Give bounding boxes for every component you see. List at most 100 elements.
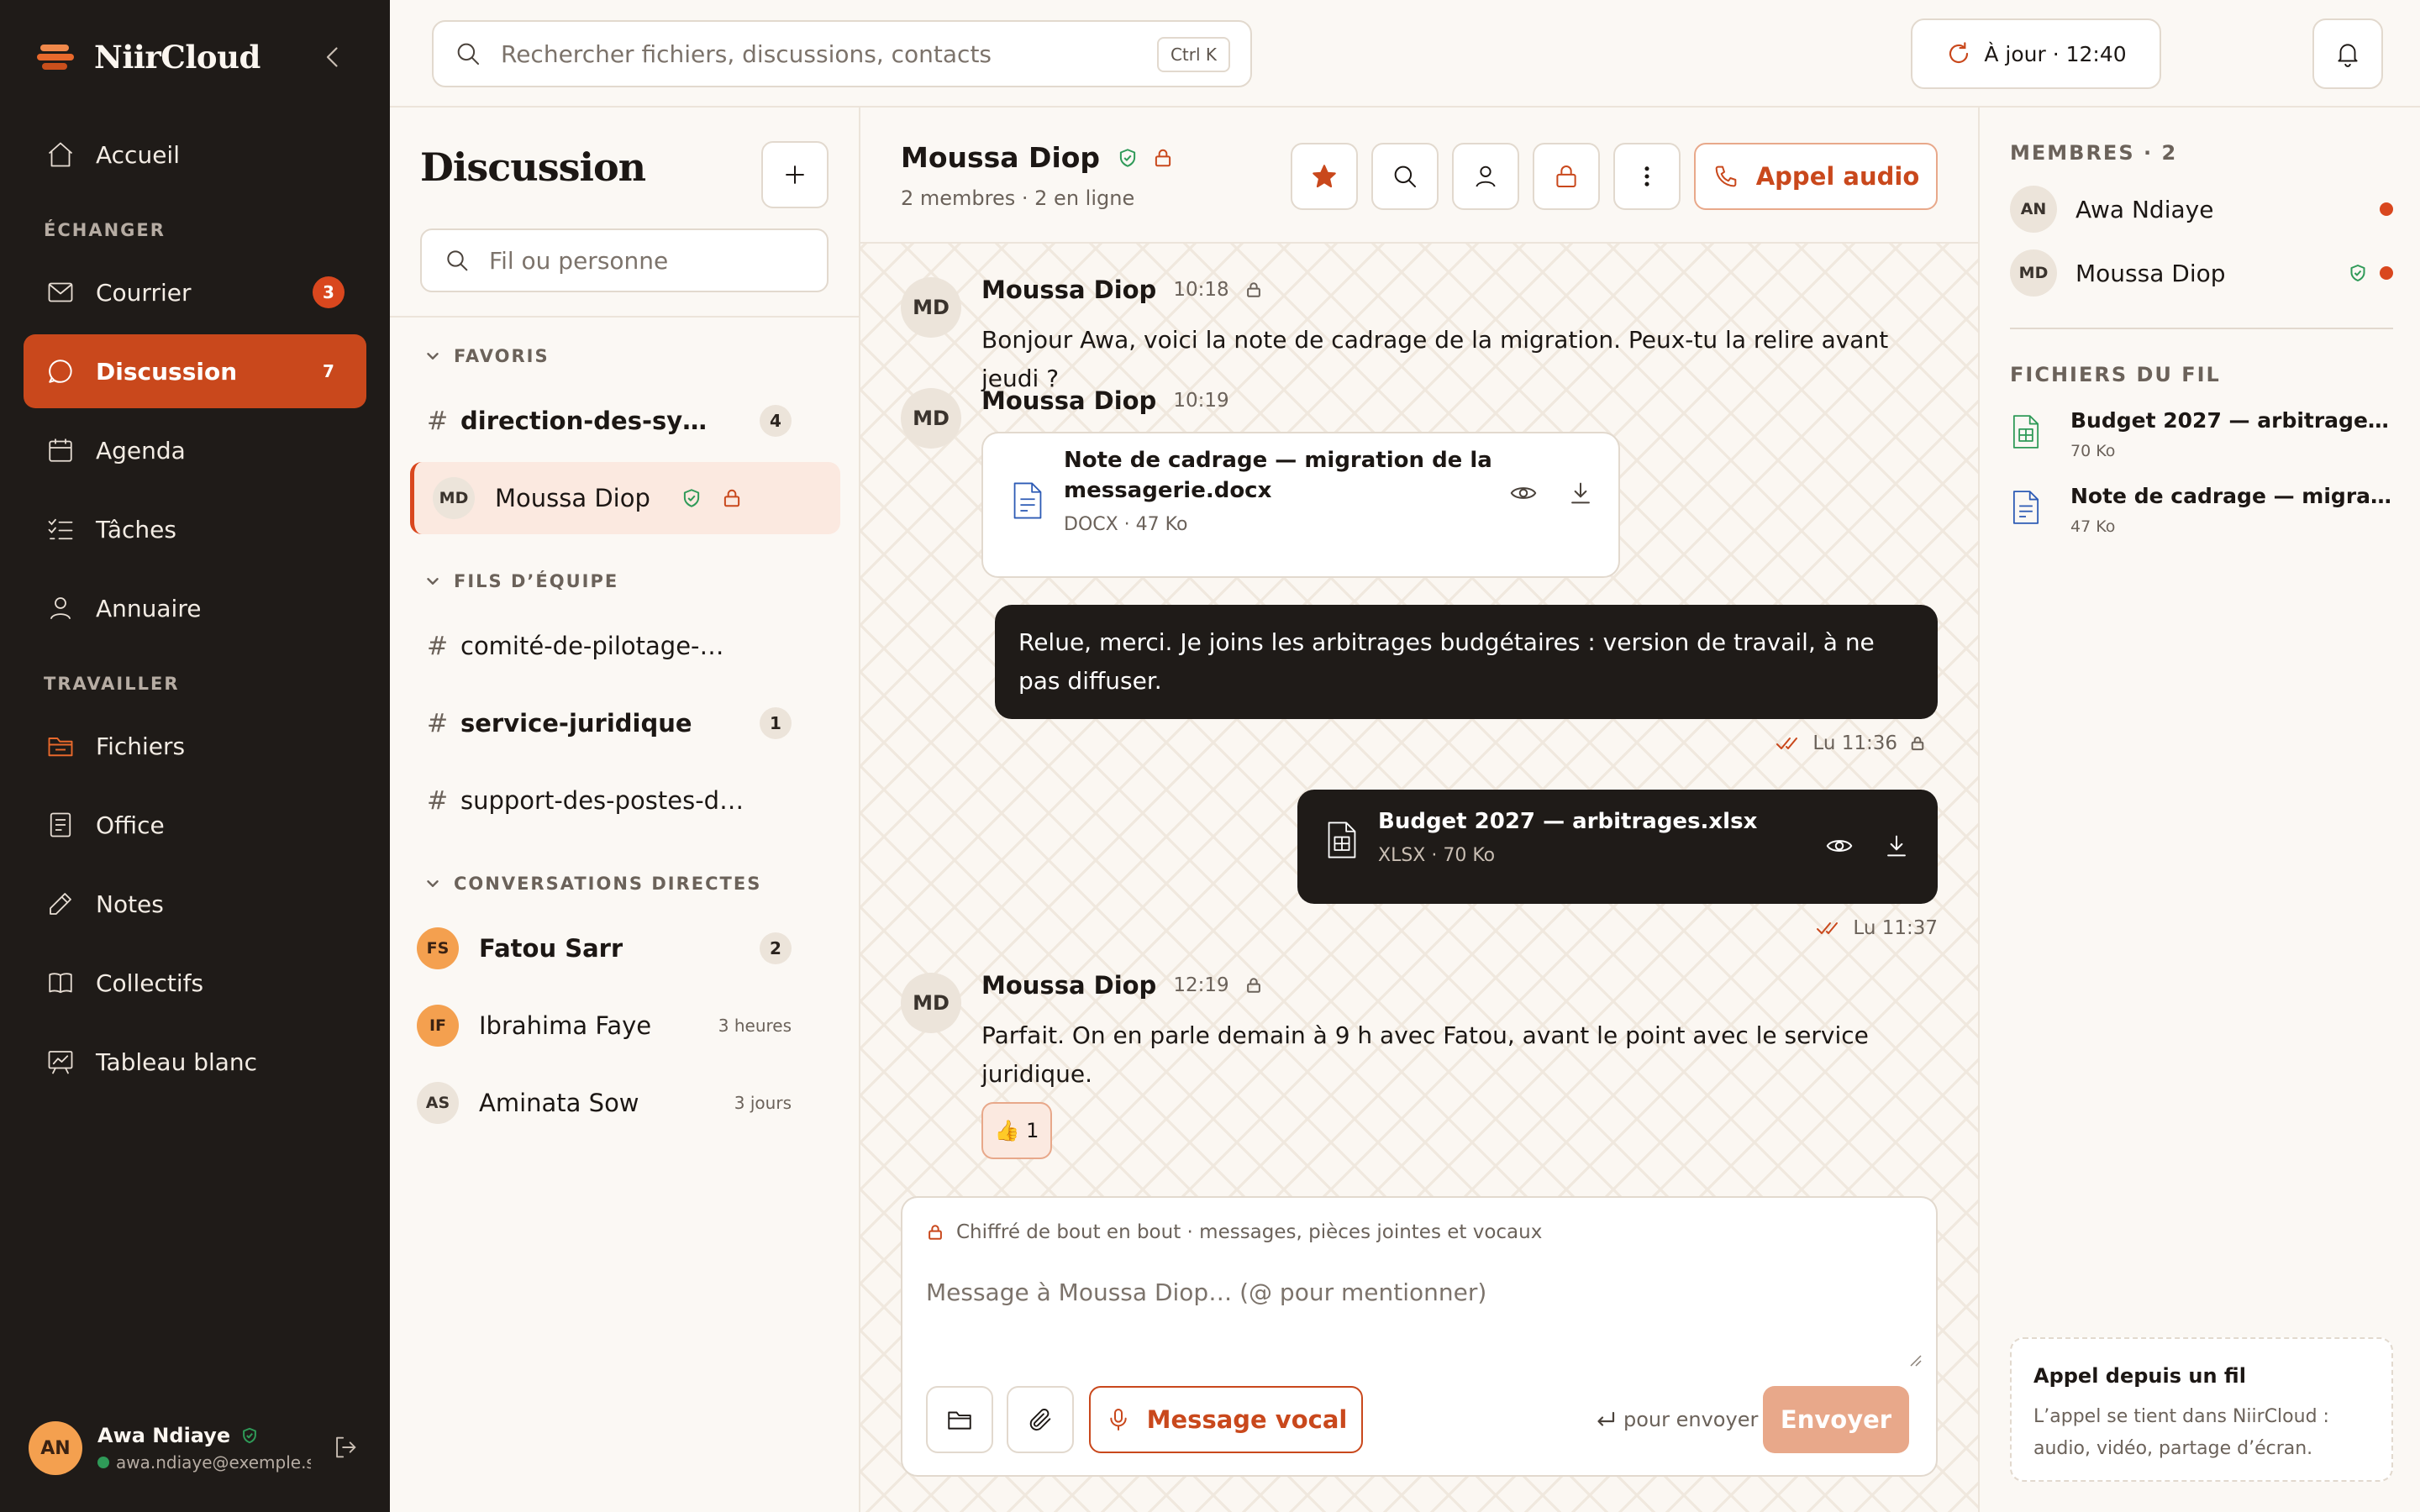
conversation-search-input[interactable]: Fil ou personne <box>420 228 829 292</box>
avatar: IF <box>417 1005 459 1047</box>
nav-item-tableau-blanc[interactable]: Tableau blanc <box>24 1025 366 1099</box>
nav-item-agenda[interactable]: Agenda <box>24 413 366 487</box>
plus-icon <box>781 160 809 189</box>
profile-button[interactable] <box>1452 143 1519 210</box>
call-info-text: L’appel se tient dans NiirCloud : audio,… <box>2033 1406 2329 1459</box>
thread-file-item[interactable]: Budget 2027 — arbitrages.xlsx 70 Ko <box>2010 408 2396 467</box>
more-vertical-icon <box>1644 166 1649 186</box>
unread-badge: 2 <box>760 932 792 964</box>
channel-name: support-des-postes-de-travail <box>460 786 746 815</box>
encryption-notice: Chiffré de bout en bout · messages, pièc… <box>926 1221 1542 1243</box>
brand-name: NiirCloud <box>94 39 260 76</box>
nav-item-collectifs[interactable]: Collectifs <box>24 946 366 1020</box>
dm-item-moussa-diop[interactable]: MD Moussa Diop <box>410 462 840 534</box>
more-options-button[interactable] <box>1613 143 1681 210</box>
lock-icon <box>1152 147 1174 169</box>
brand[interactable]: NiirCloud <box>37 34 260 81</box>
group-label: FAVORIS <box>454 346 550 366</box>
microphone-icon <box>1105 1406 1132 1433</box>
resize-handle-icon[interactable] <box>1907 1352 1923 1368</box>
search-in-conversation-button[interactable] <box>1371 143 1439 210</box>
dm-item[interactable]: IF Ibrahima Faye 3 heures <box>410 990 840 1062</box>
encryption-button[interactable] <box>1533 143 1600 210</box>
eye-icon[interactable] <box>1825 832 1854 860</box>
logout-icon[interactable] <box>331 1433 360 1462</box>
group-favorites[interactable]: FAVORIS <box>424 346 550 366</box>
current-user[interactable]: AN Awa Ndiaye awa.ndiaye@exemple.sn <box>29 1420 365 1477</box>
paperclip-icon <box>1026 1405 1055 1434</box>
home-icon <box>45 139 76 170</box>
favorite-button[interactable] <box>1291 143 1358 210</box>
whiteboard-icon <box>45 1047 76 1077</box>
pencil-icon <box>45 889 76 919</box>
dm-item[interactable]: AS Aminata Sow 3 jours <box>410 1067 840 1139</box>
download-icon[interactable] <box>1882 832 1911 860</box>
channel-item[interactable]: # support-des-postes-de-travail <box>410 764 840 837</box>
attach-from-files-button[interactable] <box>926 1386 993 1453</box>
document-icon <box>45 810 76 840</box>
verified-shield-icon <box>681 487 702 509</box>
audio-call-button[interactable]: Appel audio <box>1694 143 1938 210</box>
group-team-threads[interactable]: FILS D’ÉQUIPE <box>424 571 618 591</box>
channel-item[interactable]: # direction-des-systèmes-d-information 4 <box>410 385 840 457</box>
nav-item-discussion[interactable]: Discussion 7 <box>24 334 366 408</box>
send-button[interactable]: Envoyer <box>1763 1386 1909 1453</box>
global-search-input[interactable]: Rechercher fichiers, discussions, contac… <box>432 20 1252 87</box>
attach-file-button[interactable] <box>1007 1386 1074 1453</box>
group-direct-messages[interactable]: CONVERSATIONS DIRECTES <box>424 874 761 894</box>
read-receipt: Lu 11:37 <box>1816 917 1938 939</box>
search-placeholder: Rechercher fichiers, discussions, contac… <box>501 39 992 68</box>
nav-label: Accueil <box>96 140 180 169</box>
chevron-left-icon[interactable] <box>318 42 348 72</box>
details-panel: MEMBRES · 2 AN Awa Ndiaye MD Moussa Diop… <box>1978 108 2420 1512</box>
nav-item-office[interactable]: Office <box>24 788 366 862</box>
call-info-title: Appel depuis un fil <box>2033 1364 2246 1388</box>
nav-item-courrier[interactable]: Courrier 3 <box>24 255 366 329</box>
reaction-thumbs-up[interactable]: 👍 1 <box>981 1102 1052 1159</box>
avatar: MD <box>433 477 475 519</box>
channel-item[interactable]: # comité-de-pilotage-messagerie <box>410 610 840 682</box>
online-status-icon <box>2380 266 2393 280</box>
file-name: Note de cadrage — migration de la messag… <box>2070 484 2396 508</box>
nav-item-taches[interactable]: Tâches <box>24 492 366 566</box>
voice-message-button[interactable]: Message vocal <box>1089 1386 1363 1453</box>
file-size: 70 Ko <box>2070 442 2116 460</box>
member-item[interactable]: MD Moussa Diop <box>2010 249 2393 297</box>
file-attachment[interactable]: Note de cadrage — migration de la message… <box>981 432 1620 578</box>
book-icon <box>45 968 76 998</box>
new-conversation-button[interactable] <box>761 141 829 208</box>
lock-icon <box>1244 281 1263 299</box>
files-title: FICHIERS DU FIL <box>2010 363 2221 386</box>
docx-file-icon <box>1010 480 1045 521</box>
last-activity: 3 jours <box>734 1093 792 1113</box>
verified-shield-icon <box>2348 263 2368 283</box>
notifications-button[interactable] <box>2312 18 2383 89</box>
own-file-attachment[interactable]: Budget 2027 — arbitrages.xlsx XLSX · 70 … <box>1297 790 1938 904</box>
dm-item[interactable]: FS Fatou Sarr 2 <box>410 912 840 984</box>
divider <box>390 316 860 318</box>
thread-file-item[interactable]: Note de cadrage — migration de la messag… <box>2010 484 2396 543</box>
current-user-name-row: Awa Ndiaye <box>97 1424 311 1447</box>
online-status-icon <box>97 1457 109 1468</box>
encryption-notice-text: Chiffré de bout en bout · messages, pièc… <box>956 1221 1543 1243</box>
message-composer: Chiffré de bout en bout · messages, pièc… <box>901 1196 1938 1477</box>
audio-call-label: Appel audio <box>1755 162 1920 191</box>
nav-item-notes[interactable]: Notes <box>24 867 366 941</box>
nav-item-accueil[interactable]: Accueil <box>24 118 366 192</box>
nav-item-fichiers[interactable]: Fichiers <box>24 709 366 783</box>
member-item[interactable]: AN Awa Ndiaye <box>2010 185 2393 234</box>
message-input[interactable]: Message à Moussa Diop… (@ pour mentionne… <box>926 1278 1486 1306</box>
star-icon <box>1313 165 1336 188</box>
conversation-header: Moussa Diop 2 membres · 2 en ligne Appel… <box>860 108 1978 244</box>
bell-icon <box>2333 39 2362 68</box>
divider <box>2010 328 2393 329</box>
nav-item-annuaire[interactable]: Annuaire <box>24 571 366 645</box>
nav-label: Collectifs <box>96 969 204 997</box>
nav-label: Agenda <box>96 436 186 465</box>
download-icon[interactable] <box>1566 479 1595 507</box>
eye-icon[interactable] <box>1509 479 1538 507</box>
hash-icon: # <box>427 708 449 738</box>
channel-item[interactable]: # service-juridique 1 <box>410 687 840 759</box>
sync-status-button[interactable]: À jour · 12:40 <box>1911 18 2161 89</box>
page-title: Discussion <box>420 144 646 190</box>
